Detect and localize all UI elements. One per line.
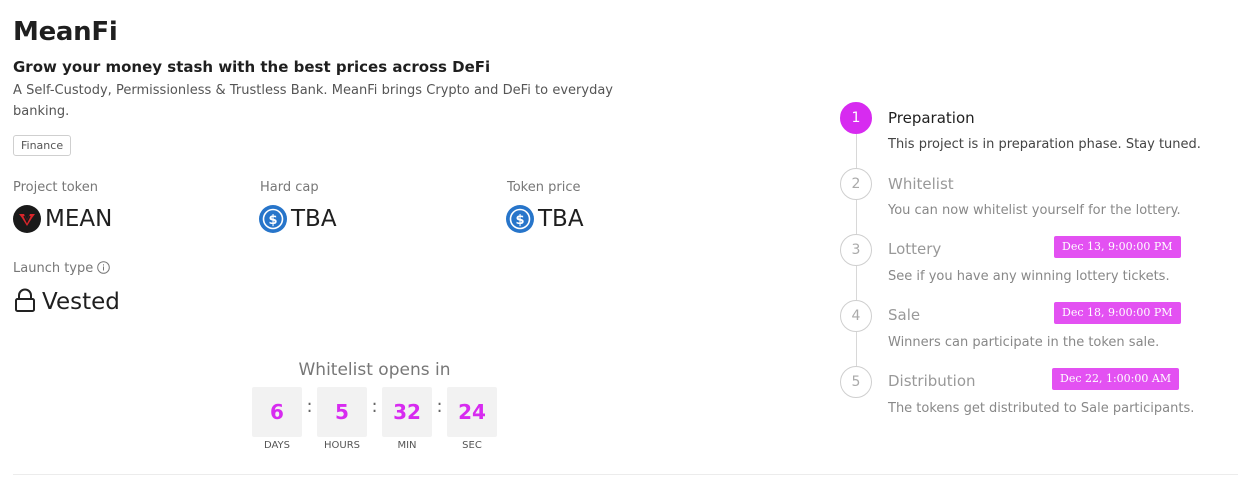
hard-cap-text: TBA	[291, 206, 337, 232]
project-token-label: Project token	[13, 180, 98, 195]
step-title-whitelist: Whitelist	[888, 175, 954, 193]
step-desc-distribution: The tokens get distributed to Sale parti…	[888, 401, 1195, 416]
project-title: MeanFi	[13, 17, 118, 47]
mean-token-icon	[13, 205, 41, 233]
countdown-hours: 5	[317, 387, 367, 437]
countdown-sec: 24	[447, 387, 497, 437]
launch-type-label-text: Launch type	[13, 261, 94, 276]
step-desc-lottery: See if you have any winning lottery tick…	[888, 269, 1170, 284]
countdown-hours-label: HOURS	[323, 440, 360, 451]
project-token-text: MEAN	[45, 206, 113, 232]
countdown-min-label: MIN	[397, 440, 417, 451]
step-title-lottery: Lottery	[888, 240, 942, 258]
step-desc-whitelist: You can now whitelist yourself for the l…	[888, 203, 1181, 218]
project-tagline: Grow your money stash with the best pric…	[13, 58, 491, 76]
section-divider	[13, 474, 1238, 475]
countdown-separator: :	[436, 396, 443, 417]
project-token-value: MEAN	[13, 205, 112, 233]
info-icon[interactable]	[97, 261, 111, 278]
step-date-sale: Dec 18, 9:00:00 PM	[1054, 302, 1181, 324]
countdown-min: 32	[382, 387, 432, 437]
token-price-value: $ TBA	[506, 205, 584, 233]
category-tag[interactable]: Finance	[13, 135, 72, 156]
svg-text:$: $	[268, 213, 277, 228]
token-price-text: TBA	[538, 206, 584, 232]
timeline-connector	[856, 134, 857, 168]
lock-icon	[14, 288, 38, 316]
step-number-preparation: 1	[840, 102, 872, 134]
step-number-lottery: 3	[840, 234, 872, 266]
step-desc-preparation: This project is in preparation phase. St…	[888, 137, 1201, 152]
hard-cap-label: Hard cap	[260, 180, 319, 195]
step-number-sale: 4	[840, 300, 872, 332]
countdown-title: Whitelist opens in	[298, 360, 451, 380]
step-title-distribution: Distribution	[888, 372, 976, 390]
countdown-days-label: DAYS	[263, 440, 291, 451]
launch-type-value: Vested	[14, 288, 120, 316]
countdown-separator: :	[306, 396, 313, 417]
step-desc-sale: Winners can participate in the token sal…	[888, 335, 1160, 350]
token-price-label: Token price	[507, 180, 581, 195]
countdown-days: 6	[252, 387, 302, 437]
timeline-connector	[856, 200, 857, 234]
svg-text:$: $	[515, 213, 524, 228]
step-date-lottery: Dec 13, 9:00:00 PM	[1054, 236, 1181, 258]
project-description: A Self-Custody, Permissionless & Trustle…	[13, 83, 613, 119]
timeline-connector	[856, 266, 857, 300]
usdc-icon: $	[506, 205, 534, 233]
launch-type-text: Vested	[42, 289, 120, 315]
step-date-distribution: Dec 22, 1:00:00 AM	[1052, 368, 1180, 390]
step-number-whitelist: 2	[840, 168, 872, 200]
countdown-sec-label: SEC	[462, 440, 482, 451]
step-title-preparation: Preparation	[888, 109, 975, 127]
launch-type-label: Launch type	[13, 261, 111, 278]
hard-cap-value: $ TBA	[259, 205, 337, 233]
countdown-separator: :	[371, 396, 378, 417]
step-number-distribution: 5	[840, 366, 872, 398]
step-title-sale: Sale	[888, 306, 921, 324]
usdc-icon: $	[259, 205, 287, 233]
timeline-connector	[856, 332, 857, 366]
